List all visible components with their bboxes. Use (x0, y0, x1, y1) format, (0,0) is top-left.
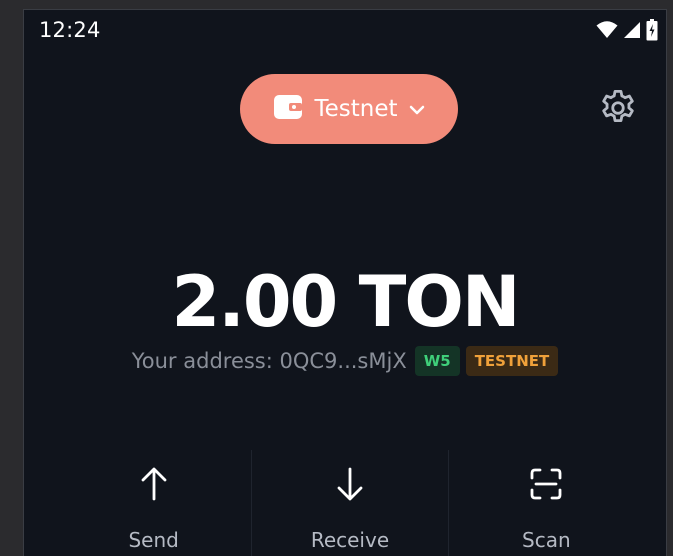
chevron-down-icon (409, 100, 425, 119)
action-bar: Send Receive Scan (56, 450, 644, 556)
gear-icon (597, 87, 639, 133)
status-bar: 12:24 (24, 10, 666, 54)
address-row: Your address: 0QC9...sMjX W5 TESTNET (24, 346, 666, 376)
balance-amount: 2.00 TON (171, 261, 521, 343)
wallet-version-badge: W5 (414, 346, 460, 376)
status-time: 12:24 (39, 18, 101, 42)
receive-button[interactable]: Receive (251, 450, 447, 556)
wallet-icon (273, 94, 303, 124)
battery-icon (646, 19, 658, 45)
arrow-down-icon (335, 464, 365, 504)
receive-label: Receive (310, 528, 390, 552)
scan-label: Scan (522, 528, 571, 552)
scan-icon (529, 464, 563, 504)
network-selector-label: Testnet (314, 96, 398, 122)
arrow-up-icon (139, 464, 169, 504)
settings-button[interactable] (595, 87, 641, 133)
app-screen: 12:24 Testnet 2.00 TON Your address: 0QC… (23, 9, 667, 556)
send-label: Send (128, 528, 179, 552)
scan-button[interactable]: Scan (447, 450, 644, 556)
network-badge: TESTNET (465, 346, 559, 376)
cellular-signal-icon (623, 21, 641, 43)
status-icons (596, 19, 658, 45)
send-button[interactable]: Send (56, 450, 251, 556)
wifi-icon (596, 21, 618, 43)
network-selector-button[interactable]: Testnet (240, 74, 458, 144)
wallet-address[interactable]: Your address: 0QC9...sMjX (132, 349, 407, 373)
